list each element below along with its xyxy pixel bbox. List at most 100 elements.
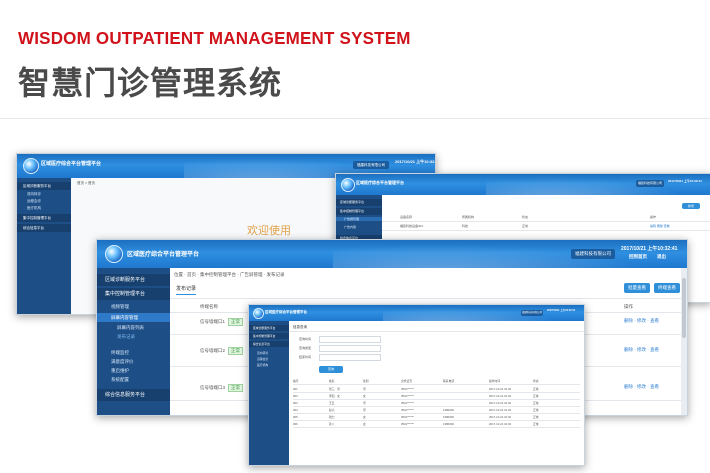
sidebar-item-config[interactable]: 系统配置 — [97, 377, 170, 383]
filter-label: 结束时间 — [299, 355, 312, 359]
sidebar-item-diagnosis[interactable]: 区域诊断服务平台 — [249, 325, 289, 331]
search-button[interactable]: 查询 — [319, 366, 343, 373]
column-header: 状态 — [522, 215, 529, 219]
logo-icon — [253, 308, 264, 319]
table-cell: 3501****** — [401, 422, 414, 426]
breadcrumb-item[interactable]: 首页 — [187, 272, 196, 277]
column-header: 终端名称 — [200, 304, 218, 309]
table-cell: 3501****** — [401, 401, 414, 405]
org-button[interactable]: 福建科技有限公司 — [636, 180, 664, 187]
scrollbar[interactable] — [681, 268, 687, 415]
table-cell-name: 信号墙端口2 正常 — [200, 347, 244, 355]
home-link[interactable]: 回到首页 — [629, 254, 647, 260]
row-actions-link[interactable]: 编辑 删除 查看 — [650, 224, 670, 228]
sidebar-item-content-list[interactable]: 屏幕内容列表 — [97, 325, 170, 331]
window-header: 区域医疗综合平台管理平台 福建科技有限公司 2017/10/21 上午10:32… — [97, 240, 687, 268]
status-badge: 正常 — [228, 318, 244, 326]
table-cell: 正常 — [533, 408, 539, 412]
row-actions-link[interactable]: 删除 · 修改 · 查看 — [624, 347, 659, 353]
breadcrumb-item: 发布记录 — [266, 272, 285, 277]
sidebar-item-content[interactable]: 广告内容 — [336, 225, 382, 229]
filter-input[interactable] — [319, 345, 381, 352]
system-name: 区域医疗综合平台管理平台 — [127, 252, 200, 258]
table-cell: 正常 — [533, 387, 539, 391]
table-cell: 001 — [293, 387, 298, 391]
table-cell: 2017-10-21 10:32 — [489, 422, 512, 426]
sidebar-item-satisfaction[interactable]: 满意度评价 — [97, 359, 170, 365]
sidebar-item-referral[interactable]: 双向转诊 — [249, 351, 289, 355]
column-header: 操作 — [624, 304, 633, 309]
sidebar-item-institution[interactable]: 医疗机构 — [17, 206, 71, 211]
sidebar-group-info[interactable]: 综合信息服务平台 — [97, 389, 170, 401]
table-cell: 004 — [293, 408, 298, 412]
exit-link[interactable]: 退出 — [657, 254, 666, 260]
table-cell: 003 — [293, 401, 298, 405]
breadcrumb-item[interactable]: 广告屏管理 — [240, 272, 263, 277]
table-cell: 男 — [363, 387, 366, 391]
org-button[interactable]: 福建科技有限公司 — [571, 249, 615, 259]
filter-label: 查询类型 — [299, 346, 312, 350]
table-cell: 006 — [293, 422, 298, 426]
sidebar-item-diagnosis[interactable]: 区域诊断服务平台 — [17, 182, 71, 190]
sidebar-item-control[interactable]: 集中控制管理平台 — [336, 208, 382, 215]
table-cell: 正常 — [533, 401, 539, 405]
sidebar: 区域诊断服务平台 双向转诊 远程会诊 医疗机构 集中控制管理平台 综合信息平台 — [17, 178, 71, 314]
column-header: 操作时间 — [489, 379, 501, 383]
table-cell: 正常 — [533, 415, 539, 419]
sidebar-item-control[interactable]: 集中控制管理平台 — [17, 214, 71, 222]
org-button[interactable]: 福建科技有限公司 — [521, 310, 543, 316]
sidebar-item-diagnosis[interactable]: 区域诊断服务平台 — [336, 199, 382, 206]
column-header: 身份证号 — [401, 379, 413, 383]
table-cell: 女 — [363, 394, 366, 398]
sidebar-item-control[interactable]: 集中控制管理平台 — [249, 333, 289, 339]
filter-input[interactable] — [319, 354, 381, 361]
table-cell: 男 — [363, 401, 366, 405]
row-actions-link[interactable]: 删除 · 修改 · 查看 — [624, 318, 659, 324]
sidebar-item-info[interactable]: 综合信息平台 — [249, 341, 289, 347]
column-header: 编号 — [293, 379, 299, 383]
sidebar-item-referral[interactable]: 双向转诊 — [17, 192, 71, 197]
table-cell: 钱七 — [329, 415, 335, 419]
breadcrumb-item[interactable]: 集中控制管理平台 — [200, 272, 236, 277]
window-query: 区域医疗综合平台管理平台 福建科技有限公司 2017/10/21 上午10:32… — [248, 304, 585, 466]
table-cell: 张三 · 男 — [329, 387, 340, 391]
filter-input[interactable] — [319, 336, 381, 343]
tab-publish-records[interactable]: 发布记录 — [176, 285, 197, 295]
sidebar-item-screens[interactable]: 广告屏管理 — [336, 217, 382, 221]
column-header: 性别 — [363, 379, 369, 383]
table-cell: 3501****** — [401, 387, 414, 391]
table-cell: 3501****** — [401, 415, 414, 419]
row-actions-link[interactable]: 删除 · 修改 · 查看 — [624, 384, 659, 390]
window-header: 区域医疗综合平台管理平台 福建科技有限公司 2017/10/21 上午10:32… — [336, 174, 710, 195]
column-header: 状态 — [533, 379, 539, 383]
system-name: 区域医疗综合平台管理平台 — [356, 180, 404, 185]
batch-view-button[interactable]: 批量查看 — [624, 283, 650, 293]
sidebar-item-info[interactable]: 综合信息平台 — [17, 224, 71, 232]
table-cell: 男 — [363, 408, 366, 412]
sidebar-item-terminal[interactable]: 终端监控 — [97, 350, 170, 356]
sidebar-item-institution[interactable]: 医疗机构 — [249, 363, 289, 367]
sidebar-item-restart[interactable]: 重启维护 — [97, 368, 170, 374]
table-cell: 2017-10-21 10:32 — [489, 415, 512, 419]
divider — [0, 118, 710, 119]
sidebar-group-control[interactable]: 集中控制管理平台 — [97, 288, 170, 300]
hero-title-en: WISDOM OUTPATIENT MANAGEMENT SYSTEM — [18, 28, 411, 49]
content-area: 信息查询 查询时间 查询类型 结束时间 查询 编号 姓名 性别 身份证号 联系电话 操作时… — [289, 321, 584, 465]
breadcrumb: 首页 > 首页 — [77, 181, 95, 185]
table-cell: 3501****** — [401, 408, 414, 412]
table-cell: 1380000 — [443, 408, 454, 412]
sidebar-item-consult[interactable]: 远程会诊 — [249, 357, 289, 361]
logo-icon — [341, 178, 355, 192]
sidebar-group-diagnosis[interactable]: 区域诊断服务平台 — [97, 274, 170, 286]
table-cell: 李四 · 女 — [329, 394, 340, 398]
terminal-view-button[interactable]: 终端查看 — [654, 283, 680, 293]
table-cell: 女 — [363, 415, 366, 419]
sidebar-item-video[interactable]: 视频管理 — [97, 304, 170, 310]
add-button[interactable]: 新增 — [682, 203, 700, 209]
table-cell: 孙八 — [329, 422, 335, 426]
sidebar-item-consult[interactable]: 远程会诊 — [17, 199, 71, 204]
status-badge: 正常 — [228, 347, 244, 355]
org-button[interactable]: 福建科技有限公司 — [353, 161, 389, 169]
sidebar-item-publish-records[interactable]: 发布记录 — [97, 334, 170, 340]
sidebar-item-screen-content[interactable]: 屏幕内容管理 — [97, 313, 170, 322]
